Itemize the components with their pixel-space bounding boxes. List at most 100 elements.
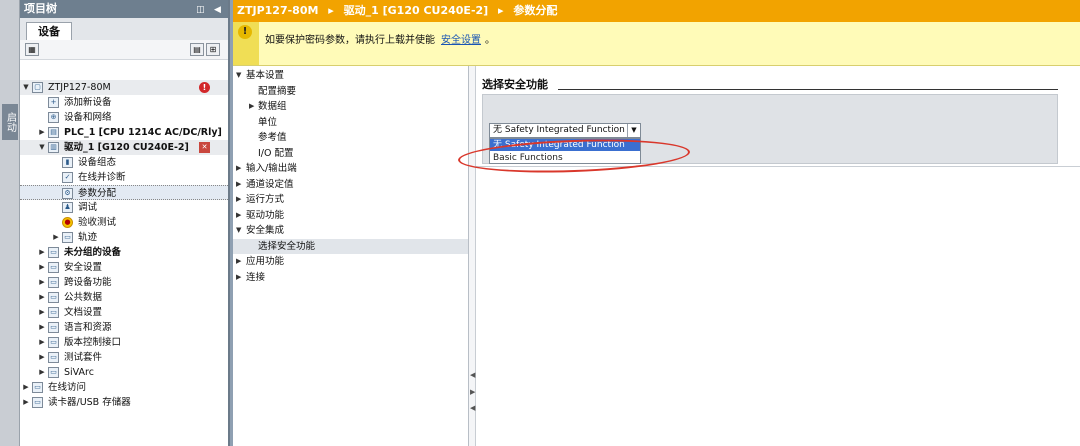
expand-icon[interactable]: ◀ <box>470 404 475 412</box>
nav-item-data-sets[interactable]: ▶ 数据组 <box>233 99 468 115</box>
sivarc-icon: ▭ <box>48 367 59 378</box>
tree-item-drive[interactable]: ▼ ▥ 驱动_1 [G120 CU240E-2] ✕ <box>20 140 228 155</box>
chevron-down-icon[interactable]: ▼ <box>627 124 640 137</box>
tree-item-documentation-settings[interactable]: ▶ ▭ 文档设置 <box>20 305 228 320</box>
tree-item-version-control[interactable]: ▶ ▭ 版本控制接口 <box>20 335 228 350</box>
nav-item-io-config[interactable]: I/O 配置 <box>233 146 468 162</box>
collapsed-arrow-icon[interactable]: ▶ <box>38 365 46 380</box>
security-settings-link[interactable]: 安全设置 <box>441 35 481 46</box>
breadcrumb-separator: ▸ <box>498 4 504 17</box>
device-config-icon: ▮ <box>62 157 73 168</box>
tree-item-project[interactable]: ▼ ▢ ZTJP127-80M ! <box>20 80 228 95</box>
tree-item-plc[interactable]: ▶ ▤ PLC_1 [CPU 1214C AC/DC/Rly] <box>20 125 228 140</box>
warning-bar: ! 如要保护密码参数，请执行上载并使能 安全设置。 <box>233 22 1080 66</box>
acceptance-test-icon: ● <box>62 217 73 228</box>
nav-item-units[interactable]: 单位 <box>233 115 468 131</box>
breadcrumb-project[interactable]: ZTJP127-80M <box>237 4 318 17</box>
breadcrumb-current: 参数分配 <box>513 4 558 17</box>
collapsed-arrow-icon[interactable]: ▶ <box>38 320 46 335</box>
collapsed-arrow-icon[interactable]: ▶ <box>22 395 30 410</box>
tree-item-online-access[interactable]: ▶ ▭ 在线访问 <box>20 380 228 395</box>
nav-item-drive-functions[interactable]: ▶ 驱动功能 <box>233 208 468 224</box>
collapsed-arrow-icon[interactable]: ▶ <box>38 125 46 140</box>
project-tree-panel: 项目树 ◫ ◀ 设备 ▦ ▤ ⊞ ▼ ▢ ZTJP127-80M ! + 添加新… <box>20 0 230 446</box>
collapsed-arrow-icon[interactable]: ▶ <box>236 208 241 224</box>
cross-device-icon: ▭ <box>48 277 59 288</box>
card-reader-icon: ▭ <box>32 397 43 408</box>
expanded-arrow-icon[interactable]: ▼ <box>38 140 46 155</box>
nav-item-select-safety-function[interactable]: 选择安全功能 <box>233 238 468 254</box>
detail-view-icon[interactable]: ▤ <box>190 43 204 56</box>
commissioning-icon: ♟ <box>62 202 73 213</box>
collapsed-arrow-icon[interactable]: ▶ <box>38 290 46 305</box>
add-icon[interactable]: ⊞ <box>206 43 220 56</box>
tree-item-commissioning[interactable]: ♟ 调试 <box>20 200 228 215</box>
expanded-arrow-icon[interactable]: ▼ <box>22 80 30 95</box>
safety-function-select[interactable]: 无 Safety Integrated Function ▼ <box>489 123 641 138</box>
tree-item-test-suite[interactable]: ▶ ▭ 测试套件 <box>20 350 228 365</box>
breadcrumb-separator: ▸ <box>328 4 334 17</box>
collapsed-arrow-icon[interactable]: ▶ <box>249 99 254 115</box>
collapsed-arrow-icon[interactable]: ▶ <box>38 335 46 350</box>
navigation-splitter[interactable]: ◀ ▶ ◀ <box>469 66 476 446</box>
tree-item-devices-networks[interactable]: ⊕ 设备和网络 <box>20 110 228 125</box>
nav-item-operating-mode[interactable]: ▶ 运行方式 <box>233 192 468 208</box>
collapsed-arrow-icon[interactable]: ▶ <box>236 161 241 177</box>
warning-suffix: 。 <box>485 35 495 46</box>
collapse-left-icon[interactable]: ◀ <box>470 371 475 379</box>
trace-folder-icon: ▭ <box>62 232 73 243</box>
expanded-arrow-icon[interactable]: ▼ <box>236 68 241 84</box>
tree-item-security-settings[interactable]: ▶ ▭ 安全设置 <box>20 260 228 275</box>
collapsed-arrow-icon[interactable]: ▶ <box>236 177 241 193</box>
nav-item-inputs-outputs[interactable]: ▶ 输入/输出端 <box>233 161 468 177</box>
online-access-icon: ▭ <box>32 382 43 393</box>
collapsed-arrow-icon[interactable]: ▶ <box>38 260 46 275</box>
diagnostics-icon: ✓ <box>62 172 73 183</box>
tree-item-languages-resources[interactable]: ▶ ▭ 语言和资源 <box>20 320 228 335</box>
collapsed-arrow-icon[interactable]: ▶ <box>22 380 30 395</box>
collapsed-arrow-icon[interactable]: ▶ <box>38 350 46 365</box>
collapsed-arrow-icon[interactable]: ▶ <box>236 270 241 286</box>
nav-item-safety-integrated[interactable]: ▼ 安全集成 <box>233 223 468 239</box>
nav-item-basic-settings[interactable]: ▼ 基本设置 <box>233 68 468 84</box>
tree-item-ungrouped-devices[interactable]: ▶ ▭ 未分组的设备 <box>20 245 228 260</box>
nav-item-reference-values[interactable]: 参考值 <box>233 130 468 146</box>
nav-item-interconnections[interactable]: ▶ 连接 <box>233 270 468 286</box>
collapsed-arrow-icon[interactable]: ▶ <box>236 254 241 270</box>
section-title: 选择安全功能 <box>482 78 548 91</box>
nav-item-application-functions[interactable]: ▶ 应用功能 <box>233 254 468 270</box>
collapsed-arrow-icon[interactable]: ▶ <box>38 275 46 290</box>
nav-item-config-summary[interactable]: 配置摘要 <box>233 84 468 100</box>
tree-item-parameter-assignment[interactable]: ⚙ 参数分配 <box>20 185 228 200</box>
tree-item-cross-device-functions[interactable]: ▶ ▭ 跨设备功能 <box>20 275 228 290</box>
pin-icon[interactable]: ◫ <box>196 1 206 19</box>
tree-item-online-diagnostics[interactable]: ✓ 在线并诊断 <box>20 170 228 185</box>
network-icon: ⊕ <box>48 112 59 123</box>
tree-item-device-config[interactable]: ▮ 设备组态 <box>20 155 228 170</box>
nav-item-setpoint-channel[interactable]: ▶ 通道设定值 <box>233 177 468 193</box>
collapse-right-icon[interactable]: ▶ <box>470 388 475 396</box>
collapsed-arrow-icon[interactable]: ▶ <box>38 245 46 260</box>
start-tab[interactable]: 启动 <box>2 104 18 140</box>
tab-devices[interactable]: 设备 <box>26 22 72 40</box>
portal-strip: 启动 <box>0 0 20 446</box>
tree-item-traces[interactable]: ▶ ▭ 轨迹 <box>20 230 228 245</box>
plc-icon: ▤ <box>48 127 59 138</box>
security-icon: ▭ <box>48 262 59 273</box>
collapse-icon[interactable]: ◀ <box>214 1 224 19</box>
language-icon: ▭ <box>48 322 59 333</box>
collapsed-arrow-icon[interactable]: ▶ <box>52 230 60 245</box>
collapsed-arrow-icon[interactable]: ▶ <box>236 192 241 208</box>
tree-item-acceptance-test[interactable]: ● 验收测试 <box>20 215 228 230</box>
tree-item-common-data[interactable]: ▶ ▭ 公共数据 <box>20 290 228 305</box>
collapsed-arrow-icon[interactable]: ▶ <box>38 305 46 320</box>
breadcrumb-drive[interactable]: 驱动_1 [G120 CU240E-2] <box>344 4 489 17</box>
tree-item-sivarc[interactable]: ▶ ▭ SiVArc <box>20 365 228 380</box>
warning-text: 如要保护密码参数，请执行上载并使能 <box>265 35 435 46</box>
expanded-arrow-icon[interactable]: ▼ <box>236 223 241 239</box>
tree-item-card-reader-usb[interactable]: ▶ ▭ 读卡器/USB 存储器 <box>20 395 228 410</box>
list-view-icon[interactable]: ▦ <box>25 43 39 56</box>
drive-status-icon: ✕ <box>199 142 210 153</box>
tree-item-add-device[interactable]: + 添加新设备 <box>20 95 228 110</box>
warning-message: 如要保护密码参数，请执行上载并使能 安全设置。 <box>265 31 495 46</box>
